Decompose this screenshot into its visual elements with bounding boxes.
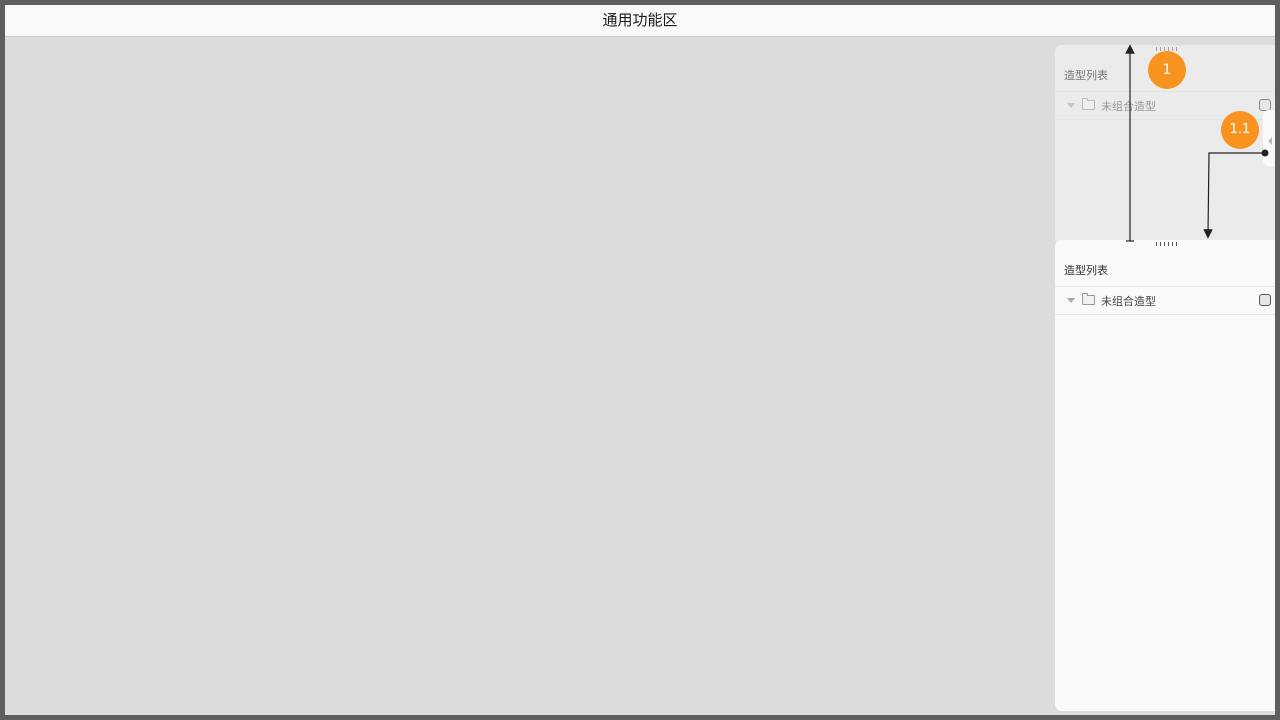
topbar-title: 通用功能区 bbox=[602, 11, 678, 29]
app-frame: 通用功能区 造型列表 未组合造型 造型列表 未组合造型 1 1.1 bbox=[5, 5, 1275, 715]
tree-row-label: 未组合造型 bbox=[1101, 100, 1156, 113]
annotation-badge-1: 1 bbox=[1148, 51, 1186, 89]
caret-down-icon[interactable] bbox=[1067, 103, 1075, 108]
checkbox-icon[interactable] bbox=[1259, 294, 1271, 306]
tree-row-ungrouped[interactable]: 未组合造型 bbox=[1055, 286, 1275, 315]
caret-down-icon[interactable] bbox=[1067, 298, 1075, 303]
panel-title: 造型列表 bbox=[1064, 69, 1108, 82]
annotation-badge-1-1: 1.1 bbox=[1221, 111, 1259, 149]
folder-icon bbox=[1082, 293, 1095, 305]
folder-icon bbox=[1082, 98, 1095, 110]
panel-title: 造型列表 bbox=[1064, 264, 1108, 277]
shape-list-panel: 造型列表 未组合造型 bbox=[1055, 240, 1275, 711]
collapse-tab[interactable] bbox=[1263, 110, 1275, 166]
drag-handle-icon[interactable] bbox=[1156, 242, 1180, 246]
tree-row-label: 未组合造型 bbox=[1101, 295, 1156, 308]
general-function-bar: 通用功能区 bbox=[5, 5, 1275, 37]
